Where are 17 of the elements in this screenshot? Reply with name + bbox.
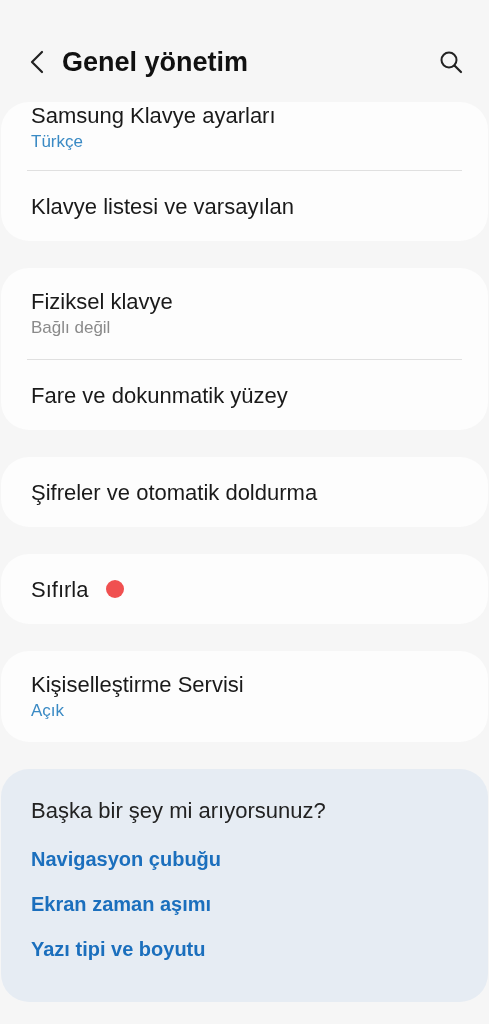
setting-subtitle: Türkçe: [31, 131, 84, 153]
suggestion-link[interactable]: Navigasyon çubuğu: [31, 837, 222, 882]
setting-title[interactable]: Şifreler ve otomatik doldurma: [31, 478, 318, 506]
search-icon: [439, 50, 463, 74]
setting-title[interactable]: Fiziksel klavye: [31, 288, 173, 315]
setting-title[interactable]: Samsung Klavye ayarları: [31, 102, 276, 129]
suggestions-heading: Başka bir şey mi arıyorsunuz?: [31, 797, 327, 824]
page-title: Genel yönetim: [62, 46, 250, 78]
setting-title[interactable]: Kişiselleştirme Servisi: [31, 671, 244, 698]
setting-subtitle: Açık: [31, 700, 66, 722]
suggestion-link[interactable]: Ekran zaman aşımı: [31, 882, 212, 927]
setting-title[interactable]: Sıfırla: [31, 575, 89, 603]
setting-title[interactable]: Fare ve dokunmatik yüzey: [31, 381, 288, 409]
setting-subtitle: Bağlı değil: [31, 317, 112, 339]
suggestion-link[interactable]: Yazı tipi ve boyutu: [31, 927, 206, 972]
back-icon: [30, 50, 44, 74]
setting-title[interactable]: Klavye listesi ve varsayılan: [31, 192, 294, 220]
